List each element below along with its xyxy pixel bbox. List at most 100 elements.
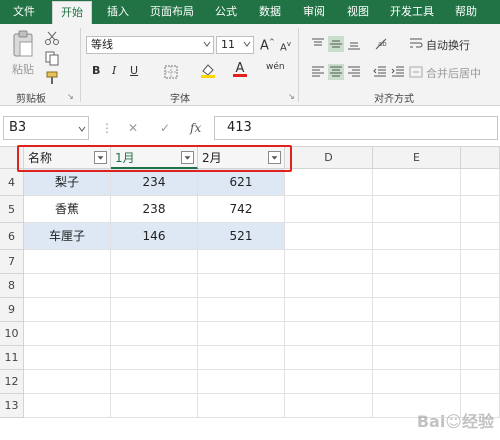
cut-icon[interactable] [44,30,60,46]
tab-data[interactable]: 数据 [250,0,290,24]
row-header[interactable]: 7 [0,250,24,274]
table-cell[interactable] [461,169,500,196]
table-cell[interactable] [198,274,285,298]
wrap-text-button[interactable]: 自动换行 [426,37,470,53]
table-cell[interactable]: 车厘子 [24,223,111,250]
row-header[interactable]: 10 [0,322,24,346]
table-cell[interactable]: 238 [111,196,198,223]
cancel-icon[interactable]: ✕ [128,121,138,135]
table-cell[interactable] [111,394,198,418]
decrease-font-button[interactable]: Av [280,40,291,53]
table-cell[interactable] [373,196,461,223]
row-header[interactable]: 6 [0,223,24,250]
row-header[interactable]: 4 [0,169,24,196]
paste-button[interactable]: 粘贴 [8,30,38,84]
font-launcher-icon[interactable]: ↘ [288,92,295,101]
table-cell[interactable] [198,298,285,322]
wrap-text-icon[interactable] [408,36,424,52]
table-cell[interactable] [373,346,461,370]
align-center-icon[interactable] [328,64,344,80]
row-header[interactable]: 5 [0,196,24,223]
table-cell[interactable] [373,169,461,196]
align-right-icon[interactable] [346,64,362,80]
table-cell[interactable]: 621 [198,169,285,196]
table-cell[interactable] [373,370,461,394]
tab-home[interactable]: 开始 [52,1,92,24]
increase-font-button[interactable]: A^ [260,38,275,53]
table-cell[interactable] [461,298,500,322]
table-cell[interactable] [373,223,461,250]
table-cell[interactable] [24,394,111,418]
table-cell[interactable] [285,346,373,370]
table-cell[interactable] [285,370,373,394]
table-cell[interactable] [285,322,373,346]
tab-insert[interactable]: 插入 [98,0,138,24]
row-header[interactable]: 11 [0,346,24,370]
fill-color-icon[interactable] [200,62,216,78]
column-header-f[interactable] [461,147,500,169]
table-cell[interactable] [373,250,461,274]
table-cell[interactable]: 香蕉 [24,196,111,223]
table-cell[interactable] [461,370,500,394]
table-cell[interactable]: 梨子 [24,169,111,196]
align-top-icon[interactable] [310,36,326,52]
table-cell[interactable] [111,274,198,298]
name-box[interactable]: B3 [3,116,89,140]
increase-indent-icon[interactable] [390,64,406,80]
merge-center-button[interactable]: 合并后居中 [426,65,481,81]
table-cell[interactable] [285,274,373,298]
decrease-indent-icon[interactable] [372,64,388,80]
table-cell[interactable] [198,250,285,274]
table-cell[interactable] [461,250,500,274]
format-painter-icon[interactable] [44,70,60,86]
table-cell[interactable] [373,274,461,298]
italic-button[interactable]: I [112,64,116,77]
table-cell[interactable] [24,346,111,370]
chevron-down-icon[interactable] [78,125,86,133]
font-name-select[interactable]: 等线 [86,36,214,54]
table-cell[interactable] [24,250,111,274]
phonetic-button[interactable]: wén [266,62,285,72]
table-cell[interactable] [198,394,285,418]
table-cell[interactable]: 146 [111,223,198,250]
table-cell[interactable] [461,196,500,223]
table-cell[interactable] [373,298,461,322]
table-cell[interactable] [24,298,111,322]
table-cell[interactable] [111,346,198,370]
align-middle-icon[interactable] [328,36,344,52]
table-cell[interactable] [285,394,373,418]
font-color-button[interactable]: A [233,61,247,77]
table-cell[interactable] [198,322,285,346]
table-cell[interactable] [285,298,373,322]
orientation-icon[interactable]: ab [374,36,390,52]
bold-button[interactable]: B [92,64,100,77]
table-cell[interactable] [285,250,373,274]
table-cell[interactable] [285,223,373,250]
copy-icon[interactable] [44,50,60,66]
row-header[interactable]: 13 [0,394,24,418]
row-header[interactable]: 12 [0,370,24,394]
enter-icon[interactable]: ✓ [160,121,170,135]
tab-page-layout[interactable]: 页面布局 [142,0,202,24]
table-cell[interactable] [198,346,285,370]
formula-input[interactable]: 413 [214,116,498,140]
tab-file[interactable]: 文件 [4,0,44,24]
insert-function-button[interactable]: fx [190,121,201,135]
table-cell[interactable] [111,370,198,394]
table-cell[interactable] [285,196,373,223]
font-size-select[interactable]: 11 [216,36,254,54]
row-header[interactable]: 8 [0,274,24,298]
table-cell[interactable] [24,370,111,394]
table-cell[interactable] [461,322,500,346]
table-cell[interactable] [111,250,198,274]
align-left-icon[interactable] [310,64,326,80]
column-header-d[interactable]: D [285,147,373,169]
align-bottom-icon[interactable] [346,36,362,52]
table-cell[interactable] [373,322,461,346]
table-cell[interactable] [111,322,198,346]
table-cell[interactable]: 521 [198,223,285,250]
table-cell[interactable] [198,370,285,394]
table-cell[interactable] [461,274,500,298]
table-cell[interactable]: 234 [111,169,198,196]
table-cell[interactable] [285,169,373,196]
